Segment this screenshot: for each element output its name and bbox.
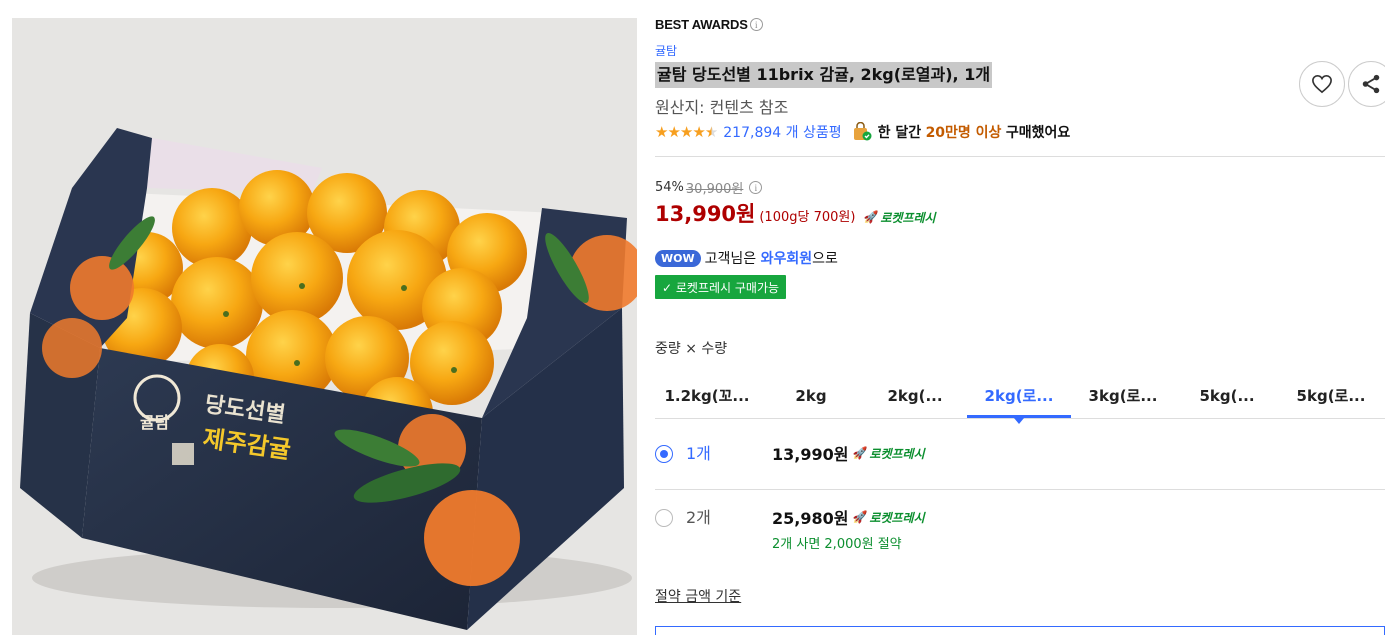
quantity-price: 25,980원: [772, 509, 849, 528]
savings-criteria-link[interactable]: 절약 금액 기준: [655, 586, 741, 606]
bottom-panel-edge: [655, 626, 1385, 635]
purchase-highlight: 20만명 이상: [925, 125, 1002, 141]
rocket-fresh-label: 로켓프레시: [869, 510, 925, 525]
share-button[interactable]: [1348, 61, 1385, 107]
star-icon: ★: [655, 123, 668, 141]
wow-highlight: 와우회원: [760, 251, 813, 267]
rocket-fresh-badge: 🚀 로켓프레시: [852, 509, 924, 526]
product-info-panel: BEST AWARDS i 귤탐 귤탐 당도선별 11brix 감귤, 2kg(…: [655, 0, 1385, 635]
savings-note: 2개 사면 2,000원 절약: [772, 537, 902, 552]
origin-text: 원산지: 컨텐츠 참조: [655, 98, 789, 117]
product-photo: 귤탐 당도선별 제주감귤: [20, 128, 637, 630]
quantity-name: 1개: [686, 444, 711, 463]
product-title: 귤탐 당도선별 11brix 감귤, 2kg(로열과), 1개: [655, 62, 993, 88]
quantity-option-1[interactable]: 1개 13,990원 🚀 로켓프레시: [655, 441, 1385, 490]
quantity-name: 2개: [686, 508, 711, 527]
rocket-fresh-label: 로켓프레시: [880, 210, 936, 225]
sale-price: 13,990원: [655, 202, 756, 226]
info-circle-icon[interactable]: i: [749, 181, 763, 194]
tab-weight-option[interactable]: 1.2kg(꼬...: [655, 373, 759, 418]
unit-price: (100g당 700원): [759, 210, 856, 225]
info-circle-icon[interactable]: i: [749, 18, 763, 31]
tab-weight-option[interactable]: 2kg(...: [863, 373, 967, 418]
tab-weight-option[interactable]: 3kg(로...: [1071, 373, 1175, 418]
rocket-icon: 🚀: [852, 446, 868, 460]
wow-prefix: 고객님은: [704, 251, 757, 267]
tab-weight-option[interactable]: 5kg(로...: [1279, 373, 1383, 418]
divider: [655, 156, 1385, 157]
box-brand-text: 귤탐: [140, 413, 170, 432]
price-row: 13,990원 (100g당 700원) 🚀 로켓프레시: [655, 198, 936, 228]
radio-selected[interactable]: [655, 445, 673, 463]
heart-icon: [1312, 74, 1332, 94]
shopping-bag-icon: [853, 122, 872, 141]
wow-badge: WOW: [655, 249, 701, 267]
discount-row: 54% 30,900원 i: [655, 178, 763, 197]
radio-unselected[interactable]: [655, 509, 673, 527]
original-price: 30,900원: [685, 182, 744, 197]
quantity-option-2[interactable]: 2개 25,980원 🚀 로켓프레시 2개 사면 2,000원 절약: [655, 505, 1385, 552]
product-image[interactable]: 귤탐 당도선별 제주감귤: [12, 18, 637, 635]
half-star-icon: ★: [704, 123, 718, 141]
star-rating: ★ ★ ★ ★ ★: [655, 123, 718, 141]
rocket-fresh-badge: 🚀 로켓프레시: [852, 445, 924, 462]
tab-weight-option-active[interactable]: 2kg(로...: [967, 373, 1071, 424]
brand-link[interactable]: 귤탐: [655, 42, 677, 59]
rocket-icon: 🚀: [863, 210, 879, 224]
purchase-suffix: 구매했어요: [1005, 125, 1071, 141]
weight-option-tabs: 1.2kg(꼬... 2kg 2kg(... 2kg(로... 3kg(로...…: [655, 373, 1385, 424]
best-awards-label[interactable]: BEST AWARDS i: [655, 17, 763, 32]
purchase-prefix: 한 달간: [877, 125, 922, 141]
rocket-fresh-badge: 🚀 로켓프레시: [863, 209, 935, 226]
share-icon: [1362, 74, 1380, 94]
wow-suffix: 으로: [812, 251, 838, 267]
review-count-link[interactable]: 217,894 개 상품평: [723, 122, 841, 142]
rocket-fresh-label: 로켓프레시: [869, 446, 925, 461]
fresh-available-badge: ✓ 로켓프레시 구매가능: [655, 275, 787, 299]
wow-member-row: WOW 고객님은 와우회원 으로: [655, 248, 838, 268]
star-icon: ★: [667, 123, 680, 141]
tab-weight-option[interactable]: 2kg: [759, 373, 863, 418]
rating-row: ★ ★ ★ ★ ★ 217,894 개 상품평 한 달간 20만명 이상 구매했어요: [655, 122, 1070, 142]
star-icon: ★: [679, 123, 693, 141]
option-label: 중량 × 수량: [655, 341, 728, 357]
quantity-price: 13,990원: [772, 445, 849, 464]
tab-weight-option[interactable]: 5kg(...: [1175, 373, 1279, 418]
rocket-icon: 🚀: [852, 510, 868, 524]
awards-text: BEST AWARDS: [655, 17, 748, 32]
star-icon: ★: [692, 123, 705, 141]
favorite-button[interactable]: [1299, 61, 1345, 107]
discount-rate: 54%: [655, 180, 684, 195]
